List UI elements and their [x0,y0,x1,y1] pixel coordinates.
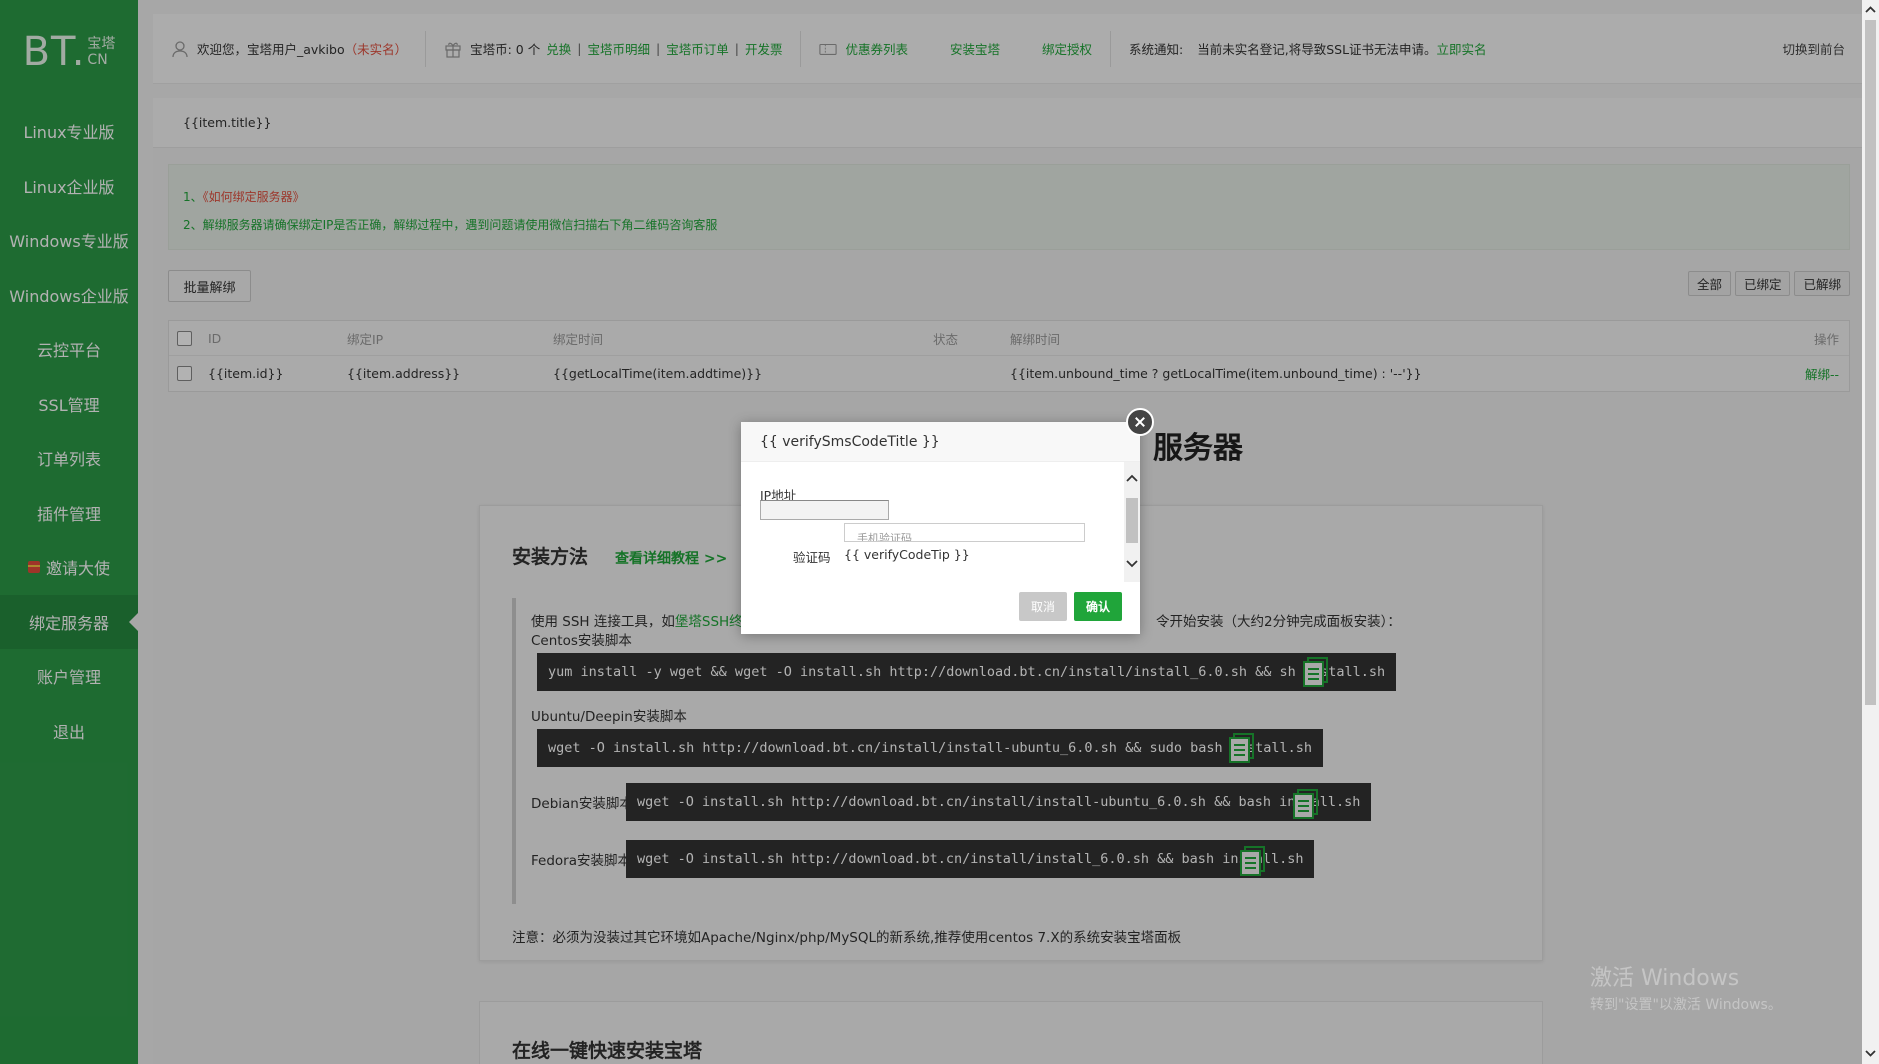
code-tip: {{ verifyCodeTip }} [844,547,970,562]
confirm-button[interactable]: 确认 [1074,592,1122,621]
windows-activation-watermark: 激活 Windows 转到"设置"以激活 Windows。 [1590,960,1782,1014]
dialog-body: IP地址 手机验证码 验证码 {{ verifyCodeTip }} [741,462,1140,582]
dialog-footer: 取消 确认 [741,582,1140,634]
ip-address-input[interactable] [760,500,889,520]
scroll-up-icon[interactable] [1124,470,1140,486]
page-scrollbar[interactable] [1862,0,1879,1064]
dialog-title: {{ verifySmsCodeTitle }} [741,422,1140,462]
scroll-thumb[interactable] [1126,498,1138,543]
dialog-scrollbar[interactable] [1124,462,1140,582]
scroll-down-icon[interactable] [1864,1046,1877,1060]
verify-sms-dialog: {{ verifySmsCodeTitle }} IP地址 手机验证码 验证码 … [741,408,1154,634]
scroll-up-icon[interactable] [1864,3,1877,17]
watermark-line1: 激活 Windows [1590,966,1740,991]
scroll-down-icon[interactable] [1124,556,1140,572]
sms-code-input[interactable]: 手机验证码 [844,523,1085,542]
watermark-line2: 转到"设置"以激活 Windows。 [1590,997,1782,1013]
close-icon[interactable] [1126,408,1154,436]
cancel-button[interactable]: 取消 [1019,592,1067,621]
page-scroll-thumb[interactable] [1865,20,1876,705]
code-label: 验证码 [793,550,831,565]
